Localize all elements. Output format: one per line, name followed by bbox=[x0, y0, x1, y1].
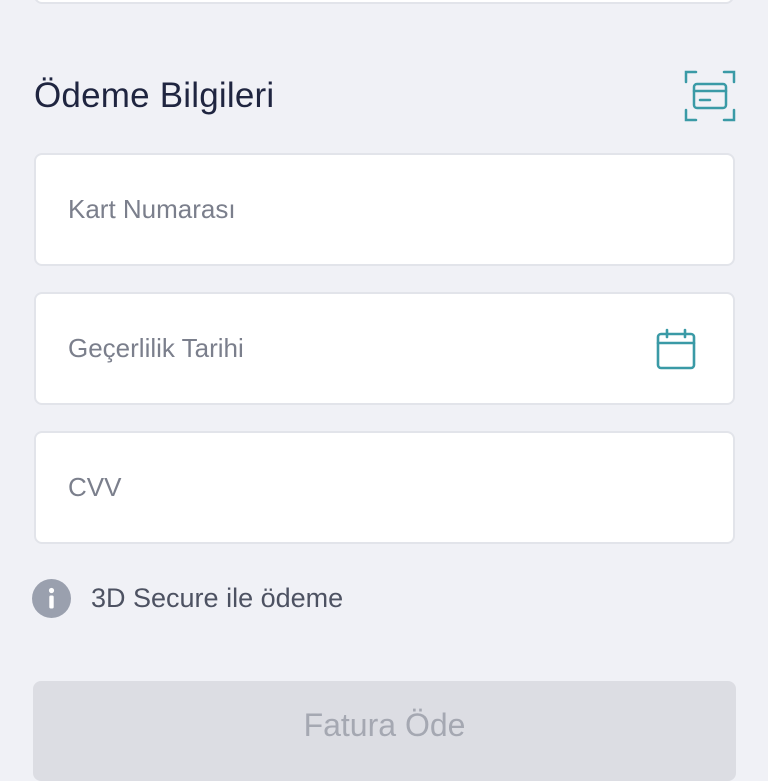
info-icon bbox=[32, 578, 71, 618]
expiry-date-field[interactable] bbox=[34, 292, 735, 405]
secure-payment-note: 3D Secure ile ödeme bbox=[32, 578, 343, 618]
payment-section-header: Ödeme Bilgileri bbox=[34, 68, 736, 124]
card-scan-icon bbox=[684, 70, 736, 122]
card-number-field[interactable] bbox=[34, 153, 735, 266]
expiry-date-input[interactable] bbox=[68, 333, 655, 364]
pay-invoice-button[interactable]: Fatura Öde bbox=[33, 681, 736, 781]
previous-card bbox=[34, 0, 734, 4]
card-scan-button[interactable] bbox=[684, 70, 736, 122]
card-number-input[interactable] bbox=[68, 194, 701, 225]
section-title: Ödeme Bilgileri bbox=[34, 76, 275, 115]
cvv-input[interactable] bbox=[68, 472, 701, 503]
secure-note-text: 3D Secure ile ödeme bbox=[91, 582, 344, 613]
cvv-field[interactable] bbox=[34, 431, 735, 544]
calendar-icon[interactable] bbox=[655, 328, 697, 370]
